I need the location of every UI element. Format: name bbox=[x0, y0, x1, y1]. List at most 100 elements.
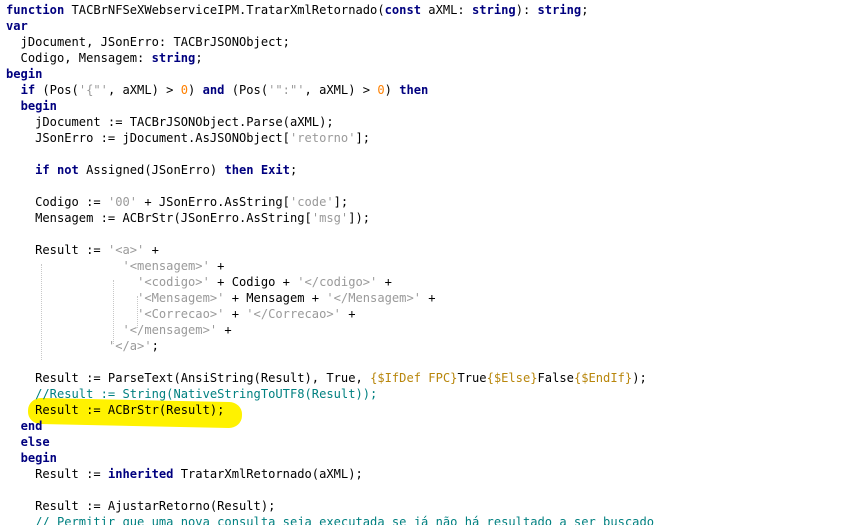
code-token-str: '<a>' bbox=[107, 243, 145, 257]
code-line[interactable]: if not Assigned(JSonErro) then Exit; bbox=[6, 162, 297, 178]
code-line[interactable]: //Result := String(NativeStringToUTF8(Re… bbox=[6, 386, 377, 402]
code-token-kw: then bbox=[224, 163, 254, 177]
code-token-kw: if bbox=[35, 163, 50, 177]
code-line[interactable]: Result := ParseText(AnsiString(Result), … bbox=[6, 370, 647, 386]
code-token: False bbox=[537, 371, 574, 385]
code-token-kw: end bbox=[20, 419, 43, 433]
code-line[interactable]: Result := ACBrStr(Result); bbox=[6, 402, 224, 418]
code-token-kw: then bbox=[399, 83, 429, 97]
code-token: Codigo := bbox=[6, 195, 108, 209]
code-token: + bbox=[144, 243, 159, 257]
code-token-str: '</a>' bbox=[107, 339, 152, 353]
code-line[interactable]: Mensagem := ACBrStr(JSonErro.AsString['m… bbox=[6, 210, 370, 226]
code-token: (Pos( bbox=[35, 83, 79, 97]
code-token-str: '<mensagem>' bbox=[122, 259, 210, 273]
code-token: True bbox=[457, 371, 487, 385]
code-token: Result := bbox=[6, 467, 108, 481]
code-line[interactable]: begin bbox=[6, 66, 42, 82]
code-token-kw: const bbox=[384, 3, 422, 17]
code-token-str: 'code' bbox=[289, 195, 334, 209]
code-line[interactable]: function TACBrNFSeXWebserviceIPM.TratarX… bbox=[6, 2, 589, 18]
code-token-kw: not bbox=[56, 163, 79, 177]
code-line[interactable]: '</mensagem>' + bbox=[6, 322, 232, 338]
code-line[interactable]: '<codigo>' + Codigo + '</codigo>' + bbox=[6, 274, 392, 290]
code-line[interactable]: Result := inherited TratarXmlRetornado(a… bbox=[6, 466, 363, 482]
code-token-kw: if bbox=[20, 83, 36, 97]
code-token-kw: inherited bbox=[107, 467, 174, 481]
code-token-kw: string bbox=[537, 3, 582, 17]
code-token-kw: Exit bbox=[260, 163, 290, 177]
code-line[interactable]: // Permitir que uma nova consulta seja e… bbox=[6, 514, 654, 525]
code-token: aXML: bbox=[421, 3, 472, 17]
code-line[interactable]: JSonErro := jDocument.AsJSONObject['reto… bbox=[6, 130, 370, 146]
code-line[interactable]: Result := '<a>' + bbox=[6, 242, 159, 258]
code-line[interactable]: '<Mensagem>' + Mensagem + '</Mensagem>' … bbox=[6, 290, 436, 306]
code-token: + JSonErro.AsString[ bbox=[137, 195, 290, 209]
code-token: Assigned(JSonErro) bbox=[78, 163, 225, 177]
code-editor[interactable]: function TACBrNFSeXWebserviceIPM.TratarX… bbox=[0, 0, 860, 525]
code-token: TratarXmlRetornado(aXML); bbox=[173, 467, 363, 481]
code-token-str: '</Mensagem>' bbox=[326, 291, 422, 305]
code-token: ): bbox=[515, 3, 538, 17]
code-token: Codigo, Mensagem: bbox=[6, 51, 152, 65]
code-token: (Pos( bbox=[224, 83, 269, 97]
code-token-str: '00' bbox=[107, 195, 138, 209]
code-token: ); bbox=[632, 371, 647, 385]
code-token-cmt: //Result := String(NativeStringToUTF8(Re… bbox=[35, 387, 378, 401]
code-line[interactable]: end bbox=[6, 418, 43, 434]
code-token-kw: begin bbox=[20, 451, 57, 465]
code-line[interactable]: jDocument, JSonErro: TACBrJSONObject; bbox=[6, 34, 290, 50]
code-token: + Codigo + bbox=[209, 275, 298, 289]
code-token-num: 0 bbox=[377, 83, 385, 97]
code-token: + Mensagem + bbox=[224, 291, 327, 305]
code-token: ]; bbox=[333, 195, 349, 209]
code-token: jDocument, JSonErro: TACBrJSONObject; bbox=[6, 35, 290, 49]
code-line[interactable]: if (Pos('{"', aXML) > 0) and (Pos('":"',… bbox=[6, 82, 429, 98]
code-token-cmt: // Permitir que uma nova consulta seja e… bbox=[35, 515, 655, 525]
code-token: jDocument := TACBrJSONObject.Parse(aXML)… bbox=[6, 115, 334, 129]
code-line[interactable]: else bbox=[6, 434, 50, 450]
code-line[interactable]: begin bbox=[6, 98, 57, 114]
code-line[interactable]: '</a>'; bbox=[6, 338, 159, 354]
code-token-kw: string bbox=[472, 3, 516, 17]
code-token-str: '</codigo>' bbox=[297, 275, 378, 289]
code-token-kw: begin bbox=[6, 67, 43, 81]
code-line[interactable]: Codigo := '00' + JSonErro.AsString['code… bbox=[6, 194, 348, 210]
code-token: ; bbox=[195, 51, 203, 65]
code-token: ) bbox=[384, 83, 400, 97]
code-line[interactable]: jDocument := TACBrJSONObject.Parse(aXML)… bbox=[6, 114, 334, 130]
code-line[interactable]: begin bbox=[6, 450, 57, 466]
code-line[interactable]: '<mensagem>' + bbox=[6, 258, 225, 274]
code-token-num: 0 bbox=[180, 83, 189, 97]
code-token: + bbox=[224, 307, 247, 321]
code-line[interactable]: '<Correcao>' + '</Correcao>' + bbox=[6, 306, 355, 322]
code-line[interactable]: var bbox=[6, 18, 28, 34]
code-token-str: '":"' bbox=[268, 83, 305, 97]
code-token: JSonErro := jDocument.AsJSONObject[ bbox=[6, 131, 290, 145]
code-token-str: '</Correcao>' bbox=[246, 307, 341, 321]
code-token: ; bbox=[581, 3, 589, 17]
code-token-str: '<Correcao>' bbox=[137, 307, 225, 321]
code-token: ; bbox=[151, 339, 159, 353]
code-token: , aXML) > bbox=[107, 83, 181, 97]
code-line[interactable]: Result := AjustarRetorno(Result); bbox=[6, 498, 275, 514]
code-token: + bbox=[377, 275, 392, 289]
code-line[interactable]: Codigo, Mensagem: string; bbox=[6, 50, 203, 66]
code-token: + bbox=[209, 259, 225, 273]
code-token-kw: string bbox=[151, 51, 196, 65]
code-token-str: '{"' bbox=[78, 83, 108, 97]
